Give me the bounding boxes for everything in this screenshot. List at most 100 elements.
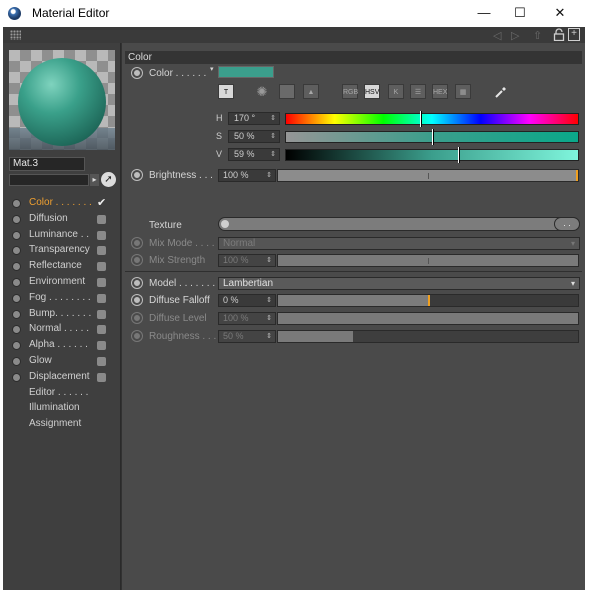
hue-field[interactable]: 170 ° ⇕ xyxy=(228,112,280,125)
channel-enable-checkbox[interactable] xyxy=(97,214,106,224)
channel-enable-checkbox[interactable] xyxy=(97,230,106,240)
hue-marker[interactable] xyxy=(420,111,423,127)
mix-strength-slider[interactable] xyxy=(277,254,579,267)
channel-animate-radio[interactable] xyxy=(12,293,21,303)
mix-strength-field[interactable]: 100 % ⇕ xyxy=(218,254,276,267)
swatches-icon[interactable]: ▦ xyxy=(455,84,471,99)
mix-strength-animate-radio[interactable] xyxy=(132,255,142,265)
channel-enable-checkbox[interactable] xyxy=(97,341,106,351)
channel-animate-radio[interactable] xyxy=(12,341,21,351)
channel-animate-radio[interactable] xyxy=(12,277,21,287)
chevron-right-icon[interactable]: ▸ xyxy=(90,174,99,186)
channel-animate-radio[interactable] xyxy=(12,199,21,208)
channel-label: Environment xyxy=(29,275,86,287)
spectrum-icon[interactable] xyxy=(279,84,295,99)
diffuse-level-animate-radio[interactable] xyxy=(132,313,142,323)
minimize-button[interactable]: — xyxy=(466,3,502,23)
saturation-marker[interactable] xyxy=(432,129,434,145)
channel-animate-radio[interactable] xyxy=(12,325,21,335)
channel-animate-radio[interactable] xyxy=(12,230,21,240)
model-animate-radio[interactable] xyxy=(132,278,142,288)
close-button[interactable]: ✕ xyxy=(542,3,578,23)
value-field[interactable]: 59 % ⇕ xyxy=(228,148,280,161)
maximize-button[interactable]: ☐ xyxy=(502,3,538,23)
channel-item[interactable]: Environment xyxy=(3,275,121,291)
mix-mode-dropdown[interactable]: Normal ▾ xyxy=(218,237,580,250)
channel-item[interactable]: Alpha . . . . . . xyxy=(3,338,121,354)
roughness-animate-radio[interactable] xyxy=(132,331,142,341)
color-animate-radio[interactable] xyxy=(132,68,142,78)
channel-item[interactable]: Transparency xyxy=(3,243,121,259)
channel-enable-checkbox[interactable] xyxy=(97,325,106,335)
chevron-down-icon[interactable]: ▾ xyxy=(210,65,214,73)
image-icon[interactable]: ▲ xyxy=(303,84,319,99)
checkmark-icon[interactable]: ✔ xyxy=(97,198,106,209)
channel-item[interactable]: Editor . . . . . . xyxy=(3,386,121,402)
mode-hex-button[interactable]: HEX xyxy=(432,84,448,99)
channel-label: Reflectance xyxy=(29,260,82,272)
back-arrow-icon[interactable]: ◁ xyxy=(493,29,501,42)
channel-label: Diffusion xyxy=(29,212,68,224)
texture-options-button[interactable]: . . xyxy=(554,217,580,231)
material-preview[interactable] xyxy=(9,50,115,150)
brightness-slider[interactable] xyxy=(277,169,579,182)
channel-enable-checkbox[interactable] xyxy=(97,262,106,272)
channel-item[interactable]: Displacement xyxy=(3,370,121,386)
hue-gradient-slider[interactable] xyxy=(285,111,579,127)
channel-enable-checkbox[interactable] xyxy=(97,277,106,287)
mix-mode-animate-radio[interactable] xyxy=(132,238,142,248)
channel-animate-radio[interactable] xyxy=(12,372,21,382)
mode-hsv-button[interactable]: HSV xyxy=(364,84,380,99)
brightness-animate-radio[interactable] xyxy=(132,170,142,180)
channel-item[interactable]: Fog . . . . . . . . xyxy=(3,291,121,307)
channel-enable-checkbox[interactable] xyxy=(97,246,106,256)
diffuse-falloff-field[interactable]: 0 % ⇕ xyxy=(218,294,276,307)
channel-enable-checkbox[interactable] xyxy=(97,356,106,366)
channel-enable-checkbox[interactable] xyxy=(97,372,106,382)
channel-animate-radio[interactable] xyxy=(12,214,21,224)
saturation-gradient-slider[interactable] xyxy=(285,129,579,145)
channel-item[interactable]: Assignment xyxy=(3,417,121,433)
brightness-field[interactable]: 100 % ⇕ xyxy=(218,169,276,182)
channel-item[interactable]: Reflectance xyxy=(3,259,121,275)
pointer-icon[interactable]: ➚ xyxy=(101,172,116,187)
eyedropper-icon[interactable] xyxy=(494,85,508,99)
diffuse-level-field[interactable]: 100 % ⇕ xyxy=(218,312,276,325)
color-picker-mode-icon[interactable]: T xyxy=(218,84,234,99)
material-name-field[interactable]: Mat.3 xyxy=(9,157,85,171)
color-wheel-icon[interactable]: ✺ xyxy=(254,84,270,99)
lock-icon[interactable] xyxy=(553,28,565,41)
model-dropdown[interactable]: Lambertian ▾ xyxy=(218,277,580,290)
diffuse-falloff-slider[interactable] xyxy=(277,294,579,307)
new-window-icon[interactable]: + xyxy=(568,28,580,41)
channel-item[interactable]: Luminance . . xyxy=(3,228,121,244)
channel-animate-radio[interactable] xyxy=(12,309,21,319)
forward-arrow-icon[interactable]: ▷ xyxy=(511,29,519,42)
mode-kelvin-button[interactable]: K xyxy=(388,84,404,99)
channel-item[interactable]: Bump. . . . . . . xyxy=(3,307,121,323)
mode-rgb-button[interactable]: RGB xyxy=(342,84,358,99)
menu-grip-icon[interactable] xyxy=(10,30,21,40)
roughness-field[interactable]: 50 % ⇕ xyxy=(218,330,276,343)
channel-item[interactable]: Color . . . . . . . ✔ xyxy=(3,196,121,212)
channel-item[interactable]: Diffusion xyxy=(3,212,121,228)
diffuse-level-slider[interactable] xyxy=(277,312,579,325)
diffuse-falloff-animate-radio[interactable] xyxy=(132,295,142,305)
texture-slot[interactable] xyxy=(218,217,580,231)
roughness-slider[interactable] xyxy=(277,330,579,343)
channel-animate-radio[interactable] xyxy=(12,246,21,256)
channel-item[interactable]: Normal . . . . . xyxy=(3,322,121,338)
material-search-input[interactable] xyxy=(9,174,89,186)
channel-item[interactable]: Glow xyxy=(3,354,121,370)
color-swatch[interactable] xyxy=(218,66,274,78)
channel-animate-radio[interactable] xyxy=(12,262,21,272)
mixer-icon[interactable]: ☰ xyxy=(410,84,426,99)
saturation-field[interactable]: 50 % ⇕ xyxy=(228,130,280,143)
channel-enable-checkbox[interactable] xyxy=(97,309,106,319)
up-arrow-icon[interactable]: ⇧ xyxy=(533,29,542,42)
channel-item[interactable]: Illumination xyxy=(3,401,121,417)
value-gradient-slider[interactable] xyxy=(285,147,579,163)
channel-enable-checkbox[interactable] xyxy=(97,293,106,303)
channel-animate-radio[interactable] xyxy=(12,356,21,366)
value-marker[interactable] xyxy=(458,147,461,163)
